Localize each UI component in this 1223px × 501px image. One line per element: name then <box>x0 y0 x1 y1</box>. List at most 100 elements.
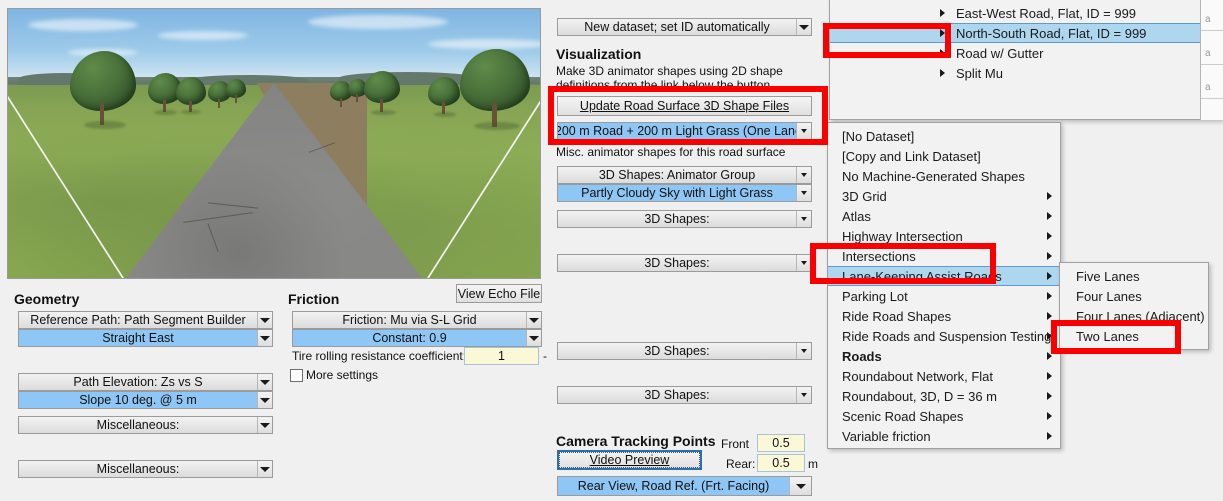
shapes-combo-3[interactable]: 3D Shapes: <box>557 342 812 360</box>
submenu-arrow-icon <box>1047 432 1052 440</box>
miscellaneous-combo-1-label: Miscellaneous: <box>19 417 257 433</box>
menu-item-scenic-road-shapes[interactable]: Scenic Road Shapes <box>828 406 1060 426</box>
animator-group-value-combo[interactable]: Partly Cloudy Sky with Light Grass <box>557 184 812 202</box>
chevron-down-icon[interactable] <box>796 343 811 359</box>
friction-model-combo[interactable]: Friction: Mu via S-L Grid <box>292 311 542 329</box>
reference-path-combo[interactable]: Reference Path: Path Segment Builder <box>18 311 273 329</box>
application-window: Geometry Reference Path: Path Segment Bu… <box>0 0 1223 501</box>
more-settings-checkbox[interactable] <box>290 369 303 382</box>
3d-road-preview[interactable] <box>7 8 541 279</box>
north-south-road-highlight <box>823 23 951 58</box>
menu-item-ride-roads-and-suspension-testing[interactable]: Ride Roads and Suspension Testing <box>828 326 1060 346</box>
camera-rear-label: Rear: <box>726 457 756 471</box>
video-preview-label: Video Preview <box>589 453 670 467</box>
tire-rolling-resistance-label: Tire rolling resistance coefficient: <box>292 349 467 363</box>
path-elevation-value-label: Slope 10 deg. @ 5 m <box>19 392 257 408</box>
menu-item-split-mu[interactable]: Split Mu <box>830 63 1222 83</box>
shapes-combo-2-label: 3D Shapes: <box>558 255 796 271</box>
cloud <box>308 15 448 29</box>
menu-item-label: Split Mu <box>956 65 1003 81</box>
submenu-arrow-icon <box>1047 192 1052 200</box>
chevron-down-icon[interactable] <box>796 211 811 227</box>
shapes-combo-4-label: 3D Shapes: <box>558 387 796 403</box>
animator-group-label: 3D Shapes: Animator Group <box>558 167 796 183</box>
reference-path-value-combo[interactable]: Straight East <box>18 329 273 347</box>
shapes-combo-1-label: 3D Shapes: <box>558 211 796 227</box>
shapes-combo-4[interactable]: 3D Shapes: <box>557 386 812 404</box>
edge-line-left <box>8 83 124 278</box>
menu-item-label: Road w/ Gutter <box>956 45 1044 61</box>
partial-panel-sliver: a a a <box>1200 0 1223 120</box>
path-elevation-value-combo[interactable]: Slope 10 deg. @ 5 m <box>18 391 273 409</box>
menu-item-five-lanes[interactable]: Five Lanes <box>1060 266 1208 286</box>
friction-model-label: Friction: Mu via S-L Grid <box>293 312 526 328</box>
chevron-down-icon[interactable] <box>257 417 272 433</box>
camera-tracking-points-title: Camera Tracking Points <box>556 433 716 449</box>
road-variant-submenu[interactable]: East-West Road, Flat, ID = 999 North-Sou… <box>829 0 1223 120</box>
menu-item-roundabout-3d[interactable]: Roundabout, 3D, D = 36 m <box>828 386 1060 406</box>
chevron-down-icon[interactable] <box>257 330 272 346</box>
menu-item-four-lanes[interactable]: Four Lanes <box>1060 286 1208 306</box>
animator-group-combo[interactable]: 3D Shapes: Animator Group <box>557 166 812 184</box>
miscellaneous-combo-2[interactable]: Miscellaneous: <box>18 460 273 478</box>
chevron-down-icon[interactable] <box>796 185 811 201</box>
menu-item-no-dataset[interactable]: [No Dataset] <box>828 126 1060 146</box>
update-road-surface-highlight <box>548 86 828 145</box>
chevron-down-icon[interactable] <box>796 19 811 35</box>
shapes-combo-1[interactable]: 3D Shapes: <box>557 210 812 228</box>
view-echo-file-button[interactable]: View Echo File <box>456 284 542 303</box>
menu-item-label: East-West Road, Flat, ID = 999 <box>956 5 1137 21</box>
chevron-down-icon[interactable] <box>257 392 272 408</box>
shapes-combo-3-label: 3D Shapes: <box>558 343 796 359</box>
visualization-desc-line-1: Make 3D animator shapes using 2D shape <box>556 64 783 78</box>
friction-value-combo[interactable]: Constant: 0.9 <box>292 329 542 347</box>
path-elevation-combo[interactable]: Path Elevation: Zs vs S <box>18 373 273 391</box>
chevron-down-icon[interactable] <box>526 330 541 346</box>
camera-view-label: Rear View, Road Ref. (Frt. Facing) <box>558 477 789 495</box>
submenu-arrow-icon <box>1047 392 1052 400</box>
shapes-combo-2[interactable]: 3D Shapes: <box>557 254 812 272</box>
view-echo-file-label: View Echo File <box>457 286 541 301</box>
menu-item-parking-lot[interactable]: Parking Lot <box>828 286 1060 306</box>
menu-item-variable-friction[interactable]: Variable friction <box>828 426 1060 446</box>
menu-item-east-west-road[interactable]: East-West Road, Flat, ID = 999 <box>830 3 1222 23</box>
chevron-down-icon[interactable] <box>257 374 272 390</box>
menu-item-3d-grid[interactable]: 3D Grid <box>828 186 1060 206</box>
submenu-arrow-icon <box>1047 272 1052 280</box>
camera-front-input[interactable]: 0.5 <box>757 434 805 452</box>
menu-item-label: Highway Intersection <box>842 228 963 244</box>
dataset-combo-label: New dataset; set ID automatically <box>558 19 796 35</box>
menu-item-label: Variable friction <box>842 428 931 444</box>
menu-item-ride-road-shapes[interactable]: Ride Road Shapes <box>828 306 1060 326</box>
dataset-dropdown-menu[interactable]: [No Dataset] [Copy and Link Dataset] No … <box>827 122 1061 449</box>
chevron-down-icon[interactable] <box>526 312 541 328</box>
camera-view-combo[interactable]: Rear View, Road Ref. (Frt. Facing) <box>557 476 812 496</box>
camera-front-label: Front <box>721 437 750 451</box>
animator-group-value-label: Partly Cloudy Sky with Light Grass <box>558 185 796 201</box>
submenu-arrow-icon <box>1047 412 1052 420</box>
menu-item-roundabout-network-flat[interactable]: Roundabout Network, Flat <box>828 366 1060 386</box>
chevron-down-icon[interactable] <box>257 461 272 477</box>
menu-item-roads[interactable]: Roads <box>828 346 1060 366</box>
menu-item-label: Roundabout, 3D, D = 36 m <box>842 388 998 404</box>
chevron-down-icon[interactable] <box>796 387 811 403</box>
chevron-down-icon[interactable] <box>789 477 811 495</box>
menu-item-no-machine-generated-shapes[interactable]: No Machine-Generated Shapes <box>828 166 1060 186</box>
miscellaneous-combo-1[interactable]: Miscellaneous: <box>18 416 273 434</box>
menu-item-label: Scenic Road Shapes <box>842 408 964 424</box>
menu-item-atlas[interactable]: Atlas <box>828 206 1060 226</box>
menu-item-label: Ride Road Shapes <box>842 308 952 324</box>
chevron-down-icon[interactable] <box>796 255 811 271</box>
camera-rear-input[interactable]: 0.5 <box>757 454 805 472</box>
submenu-arrow-icon <box>940 69 945 77</box>
menu-item-label: Four Lanes <box>1076 288 1142 304</box>
more-settings-label: More settings <box>306 368 379 382</box>
chevron-down-icon[interactable] <box>796 167 811 183</box>
video-preview-button[interactable]: Video Preview <box>557 450 702 470</box>
dataset-combo[interactable]: New dataset; set ID automatically <box>557 18 812 36</box>
tire-rolling-resistance-input[interactable]: 1 <box>464 347 539 365</box>
cloud <box>428 39 540 49</box>
menu-item-label: Roads <box>842 348 882 364</box>
chevron-down-icon[interactable] <box>257 312 272 328</box>
menu-item-copy-and-link-dataset[interactable]: [Copy and Link Dataset] <box>828 146 1060 166</box>
